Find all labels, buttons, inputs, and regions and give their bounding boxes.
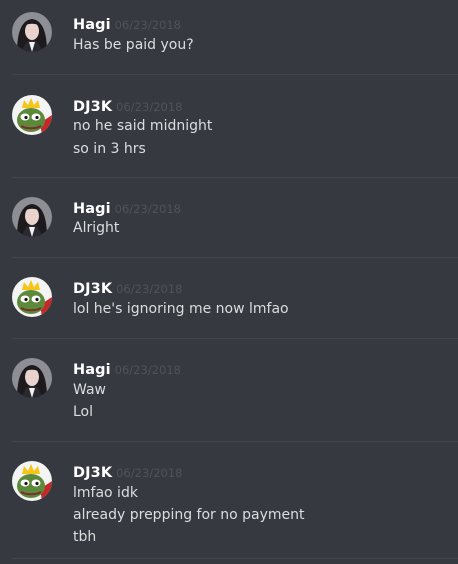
message-username[interactable]: DJ3K	[73, 99, 112, 115]
message-timestamp: 06/23/2018	[114, 202, 181, 216]
message-text: Has be paid you?	[73, 37, 194, 53]
message-timestamp: 06/23/2018	[116, 282, 183, 296]
hagi-avatar[interactable]	[12, 358, 52, 398]
message-list: Hagi 06/23/2018 Has be paid you? DJ3K 06/2…	[0, 0, 458, 564]
message-username[interactable]: Hagi	[73, 362, 111, 378]
message-timestamp: 06/23/2018	[116, 466, 183, 480]
message-text: tbh	[73, 529, 97, 545]
pepe-king-avatar[interactable]	[12, 461, 52, 501]
message-text: no he said midnight	[73, 118, 213, 134]
message-username[interactable]: Hagi	[73, 17, 111, 33]
message-text: so in 3 hrs	[73, 141, 146, 157]
message-divider	[12, 74, 458, 75]
message-timestamp: 06/23/2018	[116, 100, 183, 114]
message-username[interactable]: DJ3K	[73, 281, 112, 297]
message-timestamp: 06/23/2018	[114, 18, 181, 32]
message-divider	[12, 257, 458, 258]
message-username[interactable]: Hagi	[73, 201, 111, 217]
message-text: already prepping for no payment	[73, 507, 305, 523]
pepe-king-avatar[interactable]	[12, 95, 52, 135]
message-divider	[12, 441, 458, 442]
message-username[interactable]: DJ3K	[73, 465, 112, 481]
pepe-king-avatar[interactable]	[12, 277, 52, 317]
message-divider	[12, 558, 458, 559]
hagi-avatar[interactable]	[12, 12, 52, 52]
message-text: lol he's ignoring me now lmfao	[73, 301, 289, 317]
message-text: Lol	[73, 404, 94, 420]
message-timestamp: 06/23/2018	[114, 363, 181, 377]
message-divider	[12, 177, 458, 178]
message-text: Alright	[73, 220, 120, 236]
message-text: Waw	[73, 382, 106, 398]
message-text: lmfao idk	[73, 485, 138, 501]
message-divider	[12, 338, 458, 339]
hagi-avatar[interactable]	[12, 197, 52, 237]
